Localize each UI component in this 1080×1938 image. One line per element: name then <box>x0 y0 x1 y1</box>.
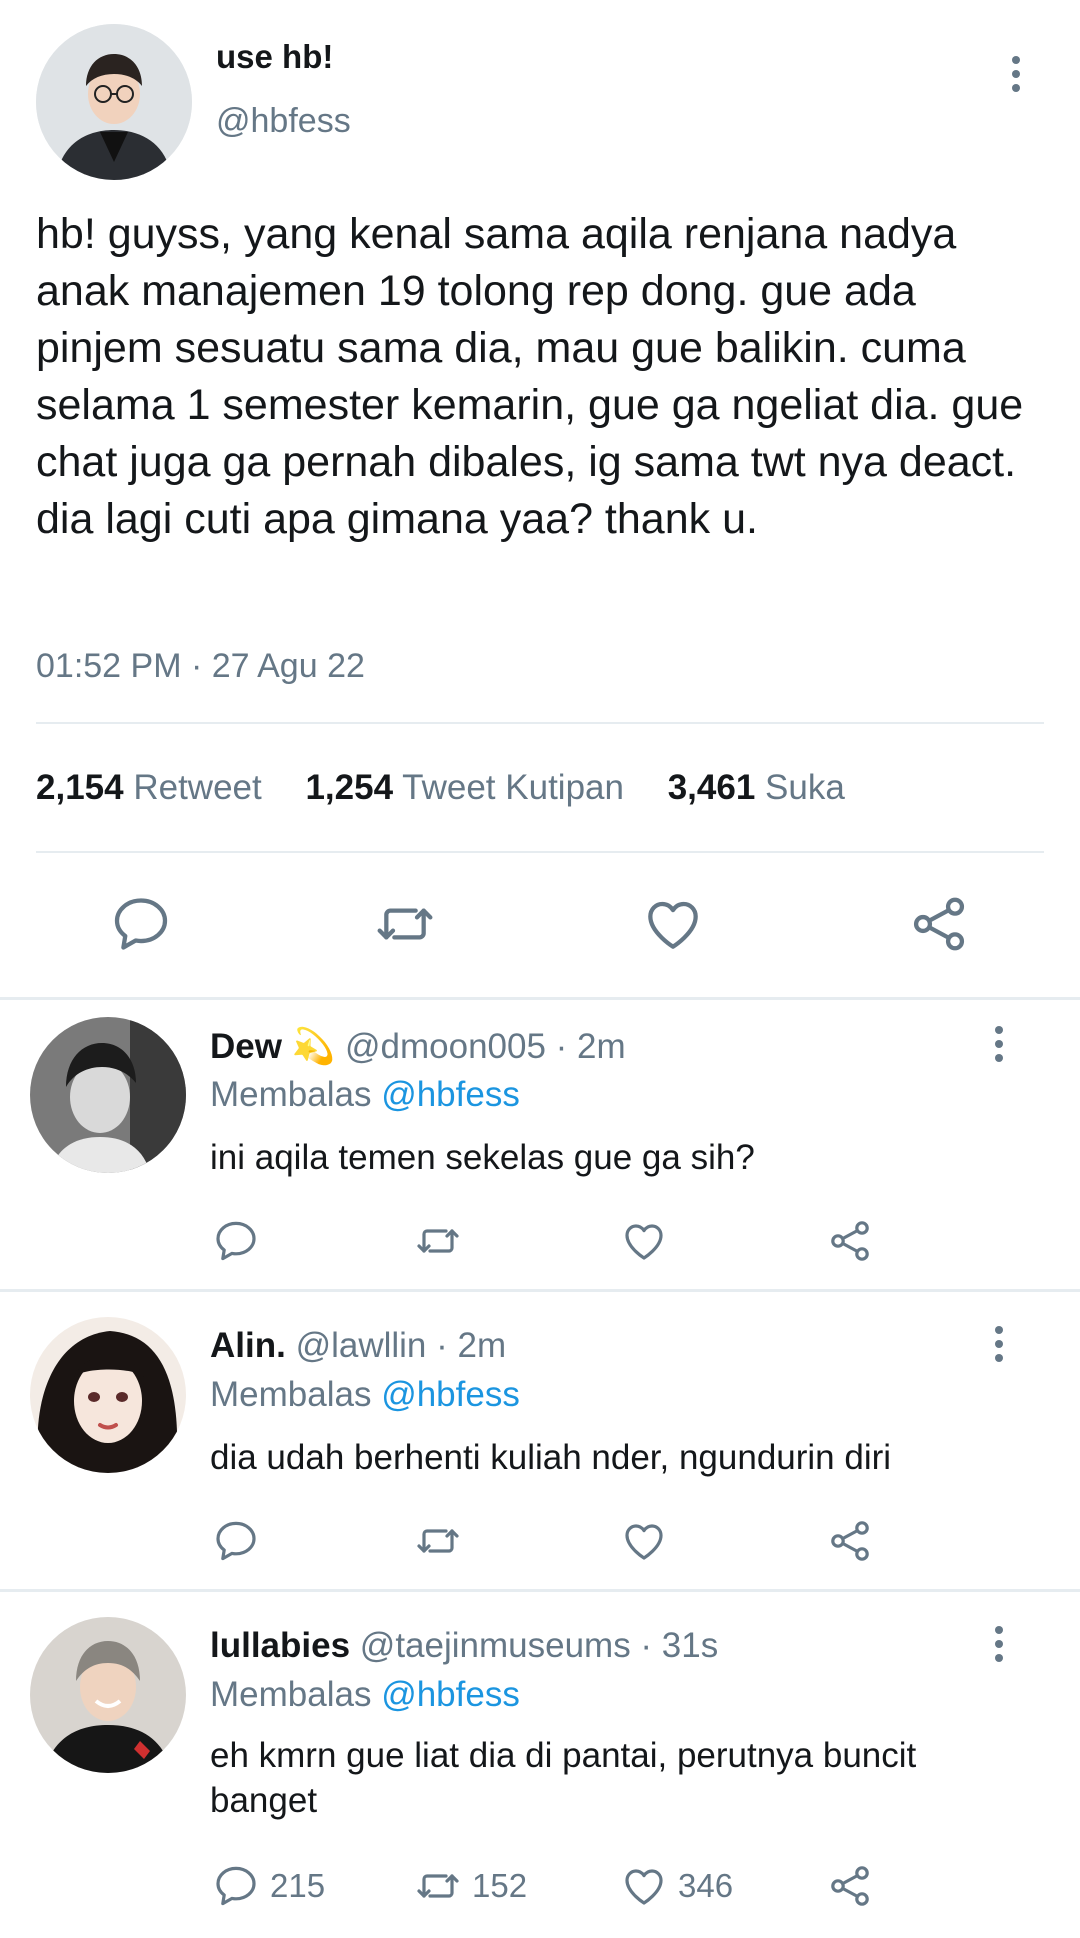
reply-icon <box>212 1217 260 1265</box>
retweet-count: 152 <box>472 1867 528 1904</box>
handle[interactable]: @hbfess <box>216 102 351 141</box>
retweet-icon <box>373 892 437 956</box>
like-button[interactable] <box>620 1216 720 1266</box>
reply-text: dia udah berhenti kuliah nder, ngundurin… <box>210 1438 892 1477</box>
retweet-button[interactable] <box>414 1216 514 1266</box>
replying-to-prefix: Membalas <box>210 1075 372 1114</box>
like-count: 346 <box>678 1867 734 1904</box>
reply-icon <box>109 892 173 956</box>
avatar[interactable] <box>30 1017 186 1173</box>
more-vertical-icon[interactable] <box>993 1326 1005 1364</box>
retweet-count: 2,154 <box>36 768 124 807</box>
replying-to-prefix: Membalas <box>210 1675 372 1714</box>
reply-author-name[interactable]: Alin. <box>210 1326 286 1365</box>
reply-author-name[interactable]: lullabies <box>210 1626 350 1665</box>
reply-count: 215 <box>270 1867 326 1904</box>
like-stat[interactable]: 3,461 Suka <box>668 768 845 807</box>
display-name[interactable]: use hb! <box>216 38 333 76</box>
reply-button[interactable] <box>212 1216 312 1266</box>
retweet-button[interactable] <box>414 1516 514 1566</box>
like-icon <box>620 1217 668 1265</box>
like-icon <box>620 1517 668 1565</box>
retweet-stat[interactable]: 2,154 Retweet <box>36 768 262 807</box>
quote-label: Tweet Kutipan <box>402 768 624 807</box>
quote-count: 1,254 <box>305 768 394 807</box>
like-icon <box>641 892 705 956</box>
share-button[interactable] <box>826 1861 926 1911</box>
share-button[interactable] <box>907 892 971 956</box>
reply-author-meta[interactable]: @taejinmuseums · 31s <box>360 1626 718 1665</box>
retweet-button[interactable] <box>373 892 437 956</box>
replying-to-prefix: Membalas <box>210 1375 372 1414</box>
more-vertical-icon[interactable] <box>1010 56 1022 94</box>
more-vertical-icon[interactable] <box>993 1026 1005 1064</box>
like-button[interactable]: 346 <box>620 1861 760 1911</box>
retweet-icon <box>414 1517 462 1565</box>
reply-header: lullabies @taejinmuseums · 31s <box>210 1626 718 1666</box>
retweet-icon <box>414 1862 462 1910</box>
reply-header: Dew 💫 @dmoon005 · 2m <box>210 1026 626 1067</box>
divider <box>36 851 1044 853</box>
quote-stat[interactable]: 1,254 Tweet Kutipan <box>305 768 624 807</box>
reply-button[interactable] <box>109 892 173 956</box>
reply-text: ini aqila temen sekelas gue ga sih? <box>210 1138 755 1177</box>
share-icon <box>907 892 971 956</box>
reply-author-meta[interactable]: @lawllin · 2m <box>296 1326 507 1365</box>
retweet-icon <box>414 1217 462 1265</box>
retweet-label: Retweet <box>133 768 262 807</box>
tweet-text: hb! guyss, yang kenal sama aqila renjana… <box>36 210 1024 543</box>
share-icon <box>826 1217 874 1265</box>
retweet-button[interactable]: 152 <box>414 1861 554 1911</box>
reply-author-name[interactable]: Dew 💫 <box>210 1027 335 1066</box>
like-icon <box>620 1862 668 1910</box>
avatar[interactable] <box>30 1317 186 1473</box>
like-button[interactable] <box>641 892 705 956</box>
like-count: 3,461 <box>667 768 756 807</box>
reply-button[interactable]: 215 <box>212 1861 352 1911</box>
tweet-stats: 2,154 Retweet 1,254 Tweet Kutipan 3,461 … <box>36 768 879 808</box>
share-icon <box>826 1862 874 1910</box>
divider <box>36 722 1044 724</box>
like-label: Suka <box>765 768 845 807</box>
more-vertical-icon[interactable] <box>993 1626 1005 1664</box>
reply-text: eh kmrn gue liat dia di pantai, perutnya… <box>210 1736 917 1820</box>
divider <box>0 1289 1080 1292</box>
replying-to: Membalas @hbfess <box>210 1075 520 1115</box>
reply-author-meta[interactable]: @dmoon005 · 2m <box>345 1027 626 1066</box>
replying-to: Membalas @hbfess <box>210 1675 520 1715</box>
reply-button[interactable] <box>212 1516 312 1566</box>
divider <box>0 997 1080 1000</box>
reply-icon <box>212 1517 260 1565</box>
share-icon <box>826 1517 874 1565</box>
mention-link[interactable]: @hbfess <box>381 1075 520 1114</box>
share-button[interactable] <box>826 1216 926 1266</box>
mention-link[interactable]: @hbfess <box>381 1375 520 1414</box>
reply-icon <box>212 1862 260 1910</box>
mention-link[interactable]: @hbfess <box>381 1675 520 1714</box>
avatar[interactable] <box>36 24 192 180</box>
share-button[interactable] <box>826 1516 926 1566</box>
replying-to: Membalas @hbfess <box>210 1375 520 1415</box>
like-button[interactable] <box>620 1516 720 1566</box>
divider <box>0 1589 1080 1592</box>
timestamp[interactable]: 01:52 PM · 27 Agu 22 <box>36 647 365 686</box>
avatar[interactable] <box>30 1617 186 1773</box>
reply-header: Alin. @lawllin · 2m <box>210 1326 506 1366</box>
